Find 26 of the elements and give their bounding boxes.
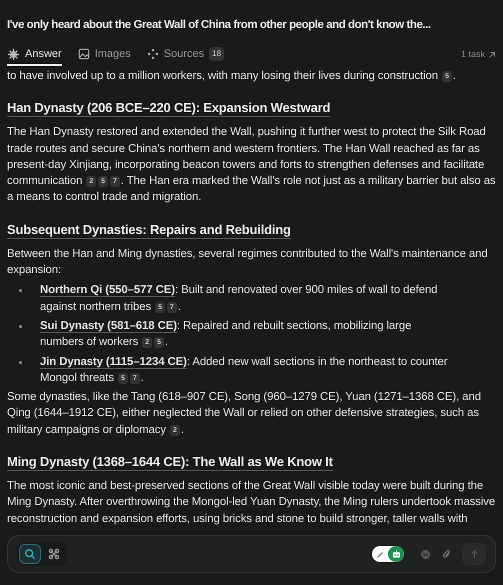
- image-icon: [78, 48, 90, 60]
- page-title: I've only heard about the Great Wall of China from other people and don't know the...: [7, 18, 431, 33]
- search-icon: [24, 548, 36, 560]
- section-heading: Subsequent Dynasties: Repairs and Rebuilding: [7, 220, 291, 239]
- robot-icon: [392, 550, 400, 558]
- arrow-icon: [488, 51, 496, 59]
- bullet-icon: [19, 289, 22, 292]
- count-badge: 18: [209, 47, 224, 61]
- bullet-icon: [19, 324, 22, 328]
- burst-icon: [7, 48, 20, 60]
- bullet-icon: [19, 360, 22, 364]
- knot-icon: [48, 548, 60, 560]
- tab[interactable]: Answer: [7, 44, 62, 66]
- tab[interactable]: Sources 18: [146, 44, 224, 66]
- dots-icon: [146, 48, 159, 60]
- paragraph-text: The most iconic and best-preserved sections of the Great Wall visible today were built during the Ming Dynasty. After overthrowing the Mongol-led Yuan Dynasty, the Ming rulers undertook massive reconstruction and expansion efforts, using bricks and stone to build stronger, taller walls with: [7, 480, 496, 525]
- mode-button[interactable]: [19, 544, 41, 564]
- paragraph-text: Between the Han and Ming dynasties, several regimes contributed to the Wall's maintenance and expansion:: [7, 248, 488, 276]
- section-heading: Ming Dynasty (1368–1644 CE): The Wall as We Know It: [7, 453, 333, 472]
- task-link[interactable]: 1 task: [460, 48, 496, 62]
- mode-switch-button[interactable]: [388, 546, 404, 562]
- arrow-up-icon: [470, 550, 478, 558]
- tab[interactable]: Images: [78, 44, 131, 66]
- section-heading: Han Dynasty (206 BCE–220 CE): Expansion Westward: [7, 99, 330, 118]
- paperclip-icon[interactable]: [441, 548, 452, 560]
- composer-field[interactable]: [7, 535, 496, 573]
